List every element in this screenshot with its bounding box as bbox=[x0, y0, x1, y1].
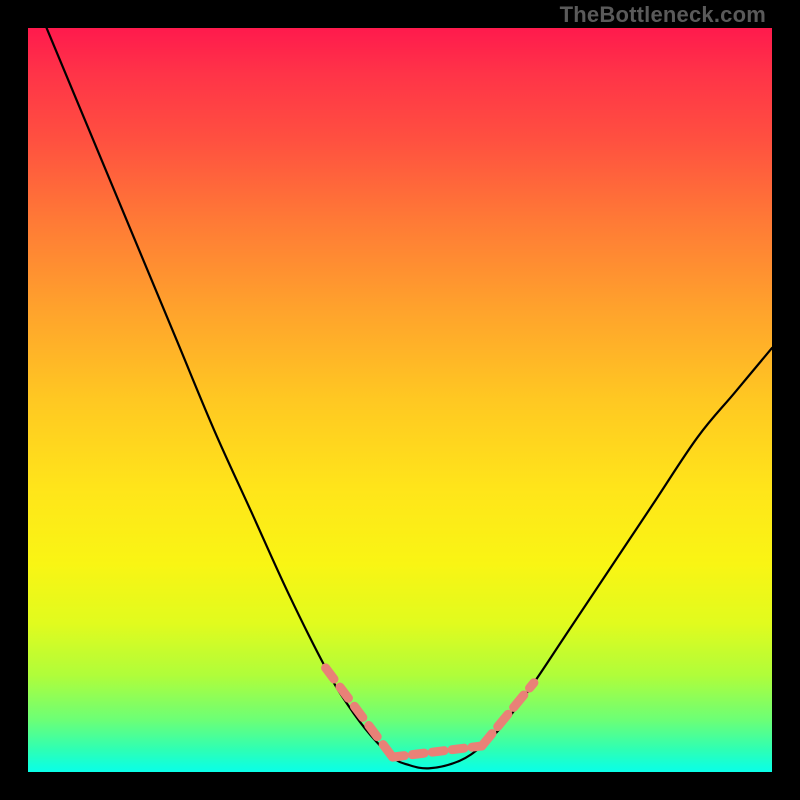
watermark-text: TheBottleneck.com bbox=[560, 2, 766, 28]
bottleneck-curve bbox=[28, 0, 772, 768]
highlight-right bbox=[482, 683, 534, 746]
curve-layer bbox=[28, 28, 772, 772]
highlight-left bbox=[326, 668, 393, 757]
chart-frame bbox=[28, 28, 772, 772]
plot-area bbox=[28, 28, 772, 772]
